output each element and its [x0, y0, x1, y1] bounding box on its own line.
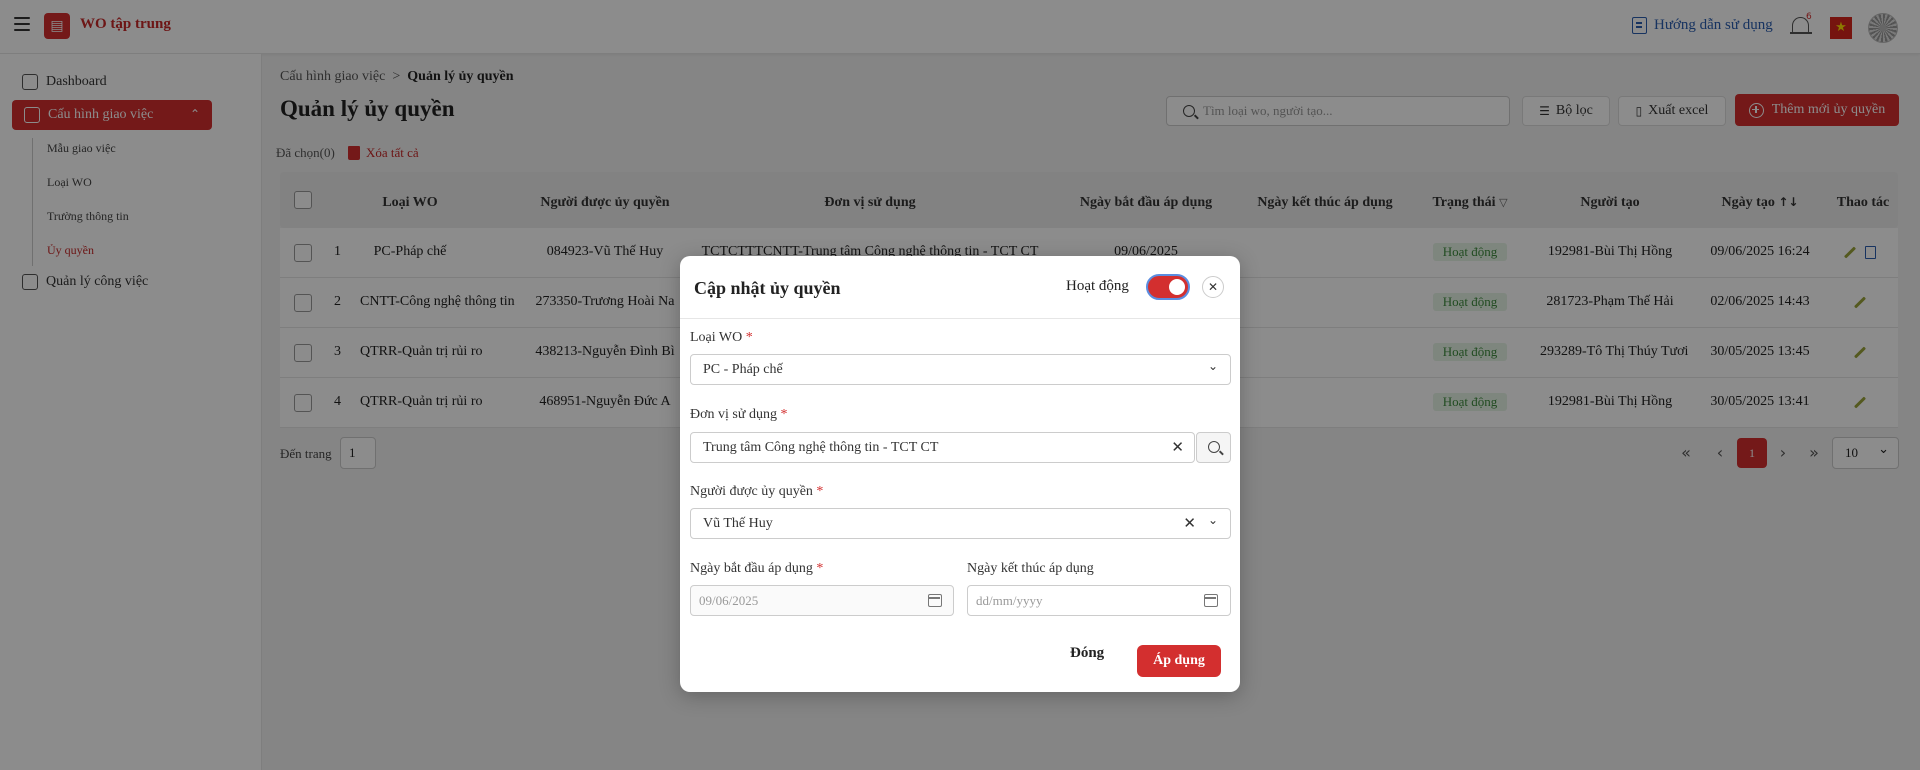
- update-delegation-modal: Cập nhật ủy quyền Hoạt động ✕ Loại WO * …: [680, 256, 1240, 692]
- unit-label: Đơn vị sử dụng *: [690, 407, 787, 423]
- required-mark: *: [816, 484, 824, 499]
- wo-type-label-text: Loại WO: [690, 330, 743, 345]
- clear-icon[interactable]: ✕: [1171, 433, 1184, 462]
- modal-divider: [680, 318, 1240, 319]
- clear-icon[interactable]: ✕: [1183, 509, 1196, 538]
- active-toggle[interactable]: [1146, 274, 1190, 300]
- required-mark: *: [780, 407, 788, 422]
- start-date-label: Ngày bắt đầu áp dụng *: [690, 561, 823, 577]
- modal-title: Cập nhật ủy quyền: [694, 278, 841, 298]
- delegate-select[interactable]: Vũ Thế Huy ✕ ⌄: [690, 508, 1231, 539]
- start-date-label-text: Ngày bắt đầu áp dụng: [690, 561, 813, 576]
- wo-type-select[interactable]: PC - Pháp chế ⌄: [690, 354, 1231, 385]
- apply-button[interactable]: Áp dụng: [1137, 645, 1221, 677]
- required-mark: *: [745, 330, 753, 345]
- calendar-icon[interactable]: [1204, 594, 1218, 607]
- unit-field[interactable]: Trung tâm Công nghệ thông tin - TCT CT ✕: [690, 432, 1195, 463]
- close-icon[interactable]: ✕: [1202, 276, 1224, 298]
- active-toggle-label: Hoạt động: [1066, 278, 1129, 294]
- delegate-label-text: Người được ủy quyền: [690, 484, 813, 499]
- wo-type-label: Loại WO *: [690, 330, 753, 346]
- close-button[interactable]: Đóng: [1070, 645, 1104, 662]
- wo-type-value: PC - Pháp chế: [703, 362, 783, 377]
- unit-search-button[interactable]: [1196, 432, 1231, 463]
- chevron-down-icon: ⌄: [1207, 513, 1218, 527]
- unit-label-text: Đơn vị sử dụng: [690, 407, 777, 422]
- chevron-down-icon: ⌄: [1207, 359, 1218, 373]
- unit-value: Trung tâm Công nghệ thông tin - TCT CT: [703, 440, 939, 455]
- start-date-input[interactable]: 09/06/2025: [690, 585, 954, 616]
- delegate-value: Vũ Thế Huy: [703, 516, 773, 531]
- end-date-input[interactable]: dd/mm/yyyy: [967, 585, 1231, 616]
- delegate-label: Người được ủy quyền *: [690, 484, 823, 500]
- end-date-label: Ngày kết thúc áp dụng: [967, 561, 1094, 576]
- search-icon: [1208, 441, 1220, 453]
- calendar-icon[interactable]: [928, 594, 942, 607]
- required-mark: *: [816, 561, 824, 576]
